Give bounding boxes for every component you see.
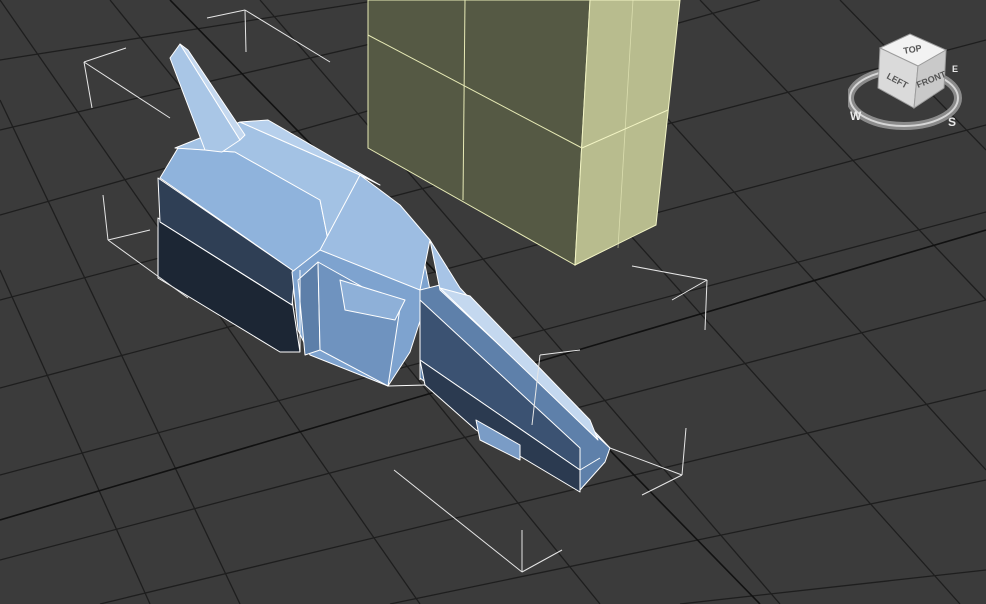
grid-line xyxy=(389,479,986,604)
grid-line xyxy=(0,0,381,61)
compass-west-label[interactable]: W xyxy=(850,109,862,123)
compass-east-label[interactable]: E xyxy=(952,64,958,74)
compass-south-label[interactable]: S xyxy=(948,115,956,129)
grid-line xyxy=(679,569,986,604)
viewcube[interactable]: W S E TOP LEFT FRONT xyxy=(848,28,976,132)
perspective-viewport[interactable]: W S E TOP LEFT FRONT xyxy=(0,0,986,604)
scene-canvas[interactable] xyxy=(0,0,986,604)
